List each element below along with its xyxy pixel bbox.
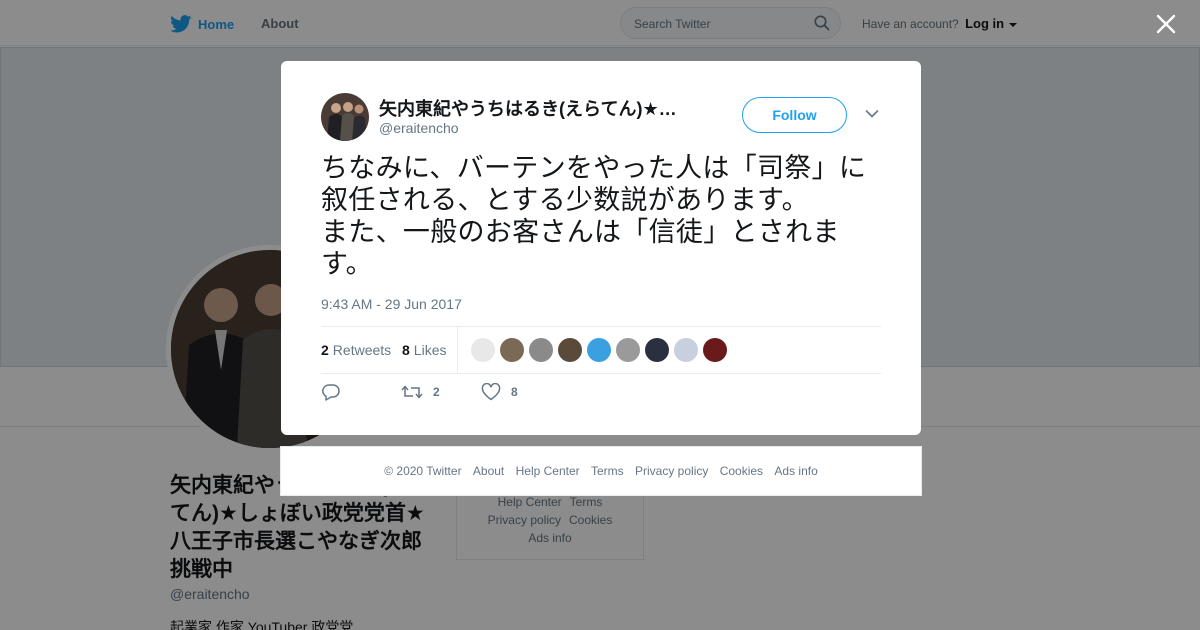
tweet-stats: 2 Retweets 8 Likes xyxy=(321,326,881,374)
tweet-author-avatar-photo xyxy=(321,93,369,141)
tweet-author-name[interactable]: 矢内東紀やうちはるき(えらてん)★… xyxy=(379,95,689,121)
liker-avatar[interactable] xyxy=(587,338,611,362)
footer-help-link[interactable]: Help Center xyxy=(516,464,580,478)
retweet-action-count: 2 xyxy=(433,385,440,399)
footer-about-link[interactable]: About xyxy=(473,464,504,478)
reply-button[interactable] xyxy=(321,383,341,401)
liker-avatar[interactable] xyxy=(471,338,495,362)
liker-avatar[interactable] xyxy=(500,338,524,362)
tweet-text: ちなみに、バーテンをやった人は「司祭」に叙任される、とする少数説があります。 ま… xyxy=(321,153,867,280)
retweet-button[interactable]: 2 xyxy=(401,383,440,401)
tweet-modal: 矢内東紀やうちはるき(えらてん)★… @eraitencho Follow ちな… xyxy=(281,61,921,435)
stats-divider xyxy=(457,327,458,373)
footer-terms-link[interactable]: Terms xyxy=(591,464,624,478)
liker-avatar[interactable] xyxy=(645,338,669,362)
footer-privacy-link[interactable]: Privacy policy xyxy=(635,464,708,478)
heart-icon xyxy=(481,383,501,401)
close-icon[interactable] xyxy=(1152,10,1180,38)
liker-avatar[interactable] xyxy=(558,338,582,362)
chevron-down-icon[interactable] xyxy=(865,109,879,119)
footer-cookies-link[interactable]: Cookies xyxy=(720,464,763,478)
likes-stat[interactable]: 8 Likes xyxy=(402,342,446,358)
reply-icon xyxy=(322,384,340,401)
like-action-count: 8 xyxy=(511,385,518,399)
tweet-timestamp[interactable]: 9:43 AM - 29 Jun 2017 xyxy=(321,296,462,312)
footer-copyright: © 2020 Twitter xyxy=(384,464,462,478)
retweets-count: 2 xyxy=(321,342,329,358)
footer-ads-link[interactable]: Ads info xyxy=(774,464,817,478)
liker-avatar[interactable] xyxy=(674,338,698,362)
modal-footer: © 2020 Twitter About Help Center Terms P… xyxy=(280,446,922,496)
follow-button[interactable]: Follow xyxy=(742,97,847,133)
tweet-actions: 2 8 xyxy=(321,383,621,407)
likes-label: Likes xyxy=(413,342,447,358)
tweet-author-handle[interactable]: @eraitencho xyxy=(379,120,459,136)
retweets-stat[interactable]: 2 Retweets xyxy=(321,342,391,358)
liker-avatar[interactable] xyxy=(529,338,553,362)
like-button[interactable]: 8 xyxy=(481,383,518,401)
liker-avatar[interactable] xyxy=(616,338,640,362)
liker-avatar[interactable] xyxy=(703,338,727,362)
retweet-icon xyxy=(401,385,423,399)
retweets-label: Retweets xyxy=(332,342,392,358)
likes-count: 8 xyxy=(402,342,410,358)
tweet-author-avatar[interactable] xyxy=(321,93,369,141)
